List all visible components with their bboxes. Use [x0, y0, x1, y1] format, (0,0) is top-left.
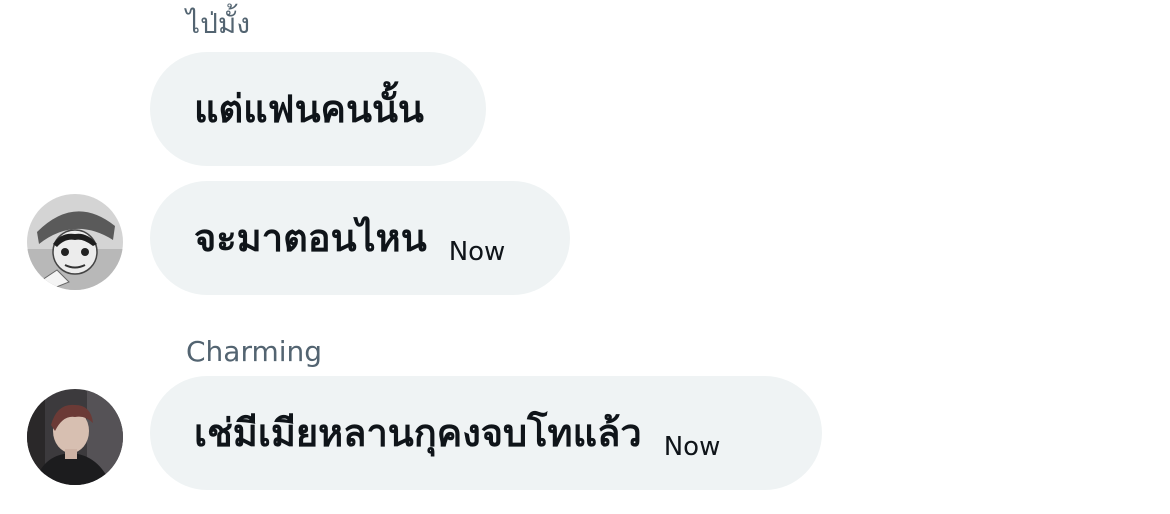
message-bubble[interactable]: แต่แฟนคนนั้น: [150, 52, 486, 166]
message-bubble[interactable]: เช่มีเมียหลานกุคงจบโทแล้ว Now: [150, 376, 822, 490]
sender-name: ไป่มั้ง: [186, 7, 250, 40]
message-text: จะมาตอนไหน: [194, 216, 427, 260]
message-bubble[interactable]: จะมาตอนไหน Now: [150, 181, 570, 295]
person-photo-avatar[interactable]: [27, 389, 123, 485]
message-timestamp: Now: [663, 432, 721, 462]
anime-character-avatar[interactable]: [27, 194, 123, 290]
message-text: แต่แฟนคนนั้น: [194, 87, 424, 131]
message-text: เช่มีเมียหลานกุคงจบโทแล้ว: [194, 411, 642, 455]
sender-name: Charming: [186, 335, 323, 368]
message-timestamp: Now: [448, 237, 506, 267]
